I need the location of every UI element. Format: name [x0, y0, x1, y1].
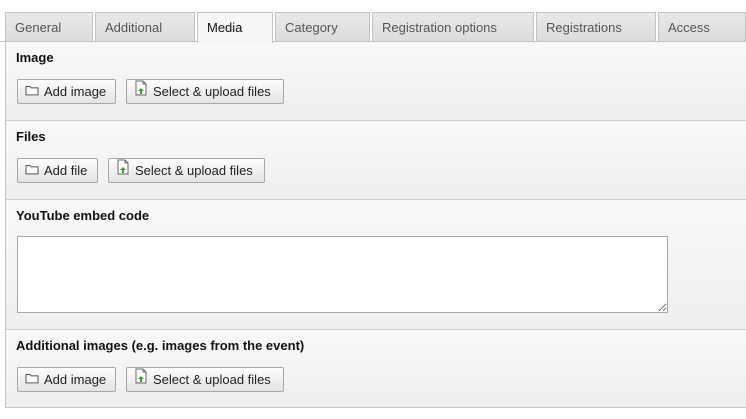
select-upload-files-button[interactable]: Select & upload files — [126, 79, 284, 104]
tab-registration-options[interactable]: Registration options — [372, 12, 534, 41]
folder-icon — [25, 368, 39, 391]
select-upload-files-label: Select & upload files — [153, 84, 271, 99]
tab-general[interactable]: General — [5, 12, 93, 41]
add-additional-image-button[interactable]: Add image — [17, 367, 116, 392]
youtube-section: YouTube embed code — [6, 200, 746, 330]
file-upload-icon — [134, 80, 148, 103]
files-section: Files Add file Select & upload files — [6, 121, 746, 200]
youtube-section-title: YouTube embed code — [16, 208, 150, 223]
additional-images-section-title: Additional images (e.g. images from the … — [16, 338, 305, 353]
folder-icon — [25, 159, 39, 182]
image-section: Image Add image Select & upload files — [6, 42, 746, 121]
select-upload-files-button[interactable]: Select & upload files — [108, 158, 265, 183]
add-file-label: Add file — [44, 163, 88, 178]
youtube-embed-code-input[interactable] — [17, 236, 668, 313]
tab-additional[interactable]: Additional — [95, 12, 195, 41]
tab-media[interactable]: Media — [197, 12, 273, 43]
add-file-button[interactable]: Add file — [17, 158, 98, 183]
tab-registrations[interactable]: Registrations — [536, 12, 656, 41]
image-section-title: Image — [16, 50, 54, 65]
media-panel: Image Add image Select & upload files Fi… — [5, 42, 746, 408]
files-section-title: Files — [16, 129, 46, 144]
tab-access[interactable]: Access — [658, 12, 746, 41]
add-image-button[interactable]: Add image — [17, 79, 116, 104]
additional-images-section: Additional images (e.g. images from the … — [6, 330, 746, 407]
select-upload-additional-files-label: Select & upload files — [153, 372, 271, 387]
select-upload-files-label: Select & upload files — [135, 163, 253, 178]
file-upload-icon — [134, 368, 148, 391]
tab-bar: General Additional Media Category Regist… — [0, 0, 746, 43]
select-upload-additional-files-button[interactable]: Select & upload files — [126, 367, 284, 392]
file-upload-icon — [116, 159, 130, 182]
folder-icon — [25, 80, 39, 103]
tab-category[interactable]: Category — [275, 12, 370, 41]
add-image-label: Add image — [44, 84, 107, 99]
add-additional-image-label: Add image — [44, 372, 107, 387]
